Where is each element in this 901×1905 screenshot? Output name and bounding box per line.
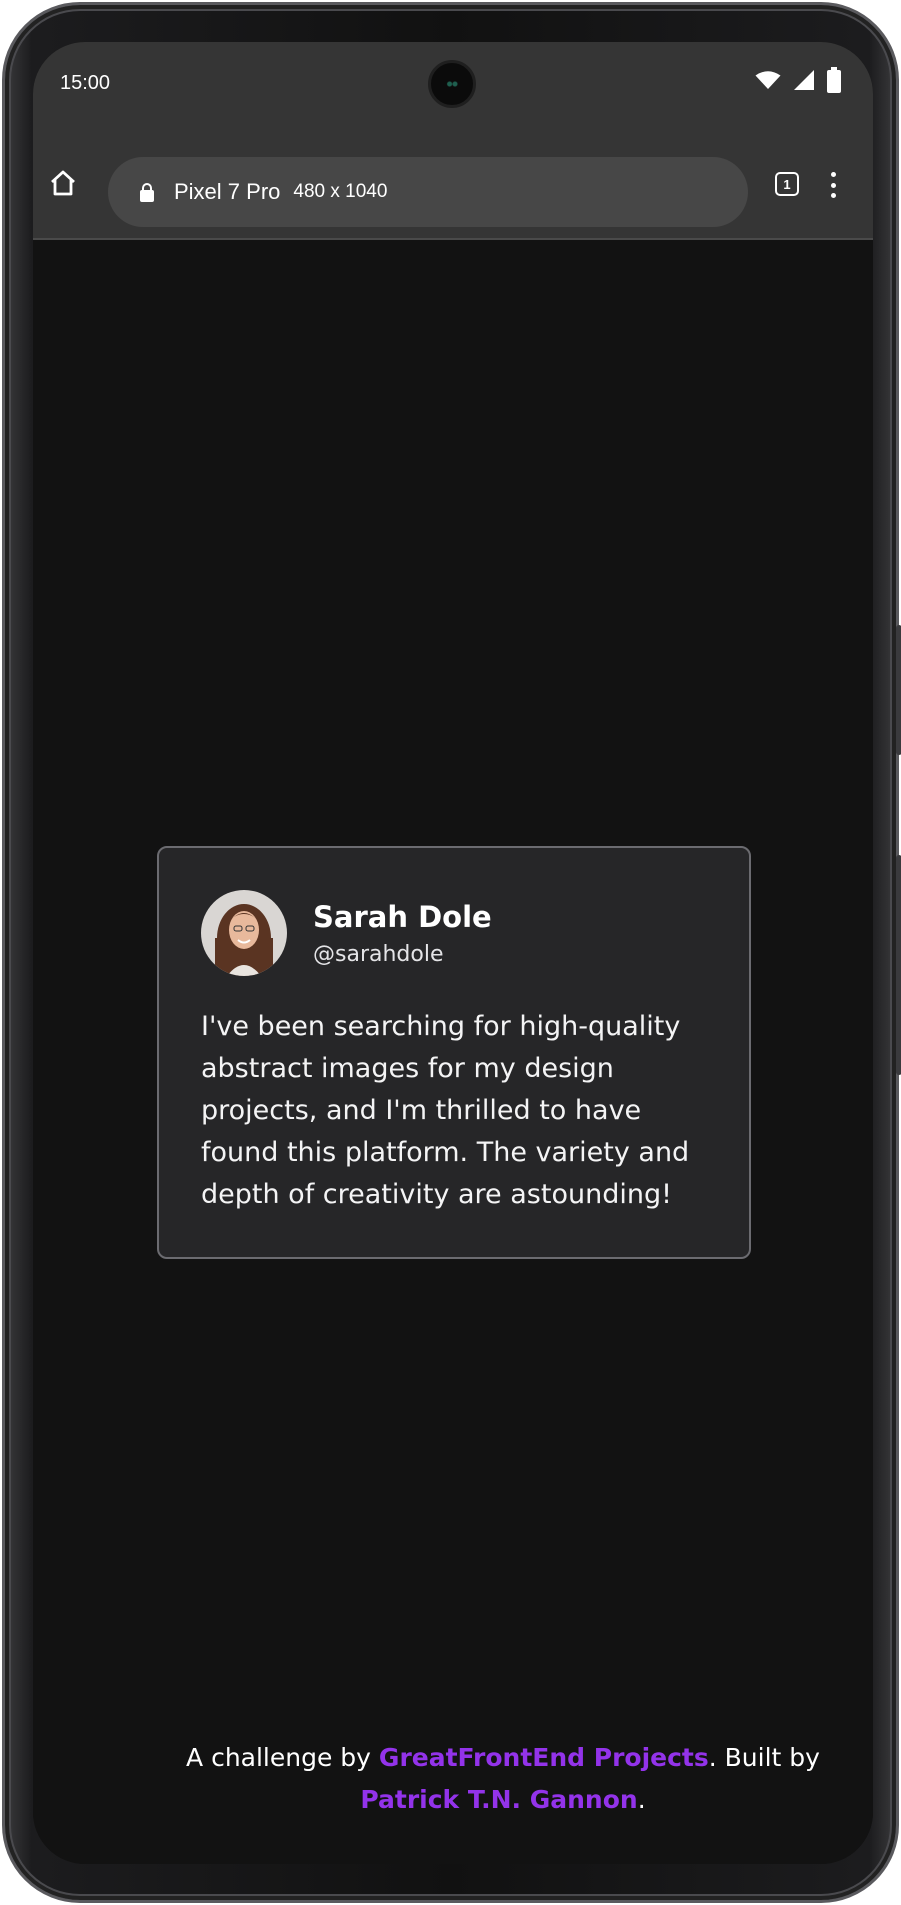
signal-icon <box>793 69 815 95</box>
status-bar: 15:00 <box>33 42 873 132</box>
status-time: 15:00 <box>60 72 111 94</box>
page-content: Sarah Dole @sarahdole I've been searchin… <box>33 242 873 1864</box>
power-button <box>896 625 901 755</box>
front-camera <box>428 60 476 108</box>
user-handle: @sarahdole <box>313 942 444 967</box>
tab-count: 1 <box>783 176 791 192</box>
testimonial-text: I've been searching for high-quality abs… <box>201 1011 690 1210</box>
more-vert-icon <box>830 172 836 177</box>
more-menu-button[interactable] <box>826 170 840 200</box>
footer-suffix: . <box>637 1785 646 1814</box>
browser-toolbar: Pixel 7 Pro 480 x 1040 1 <box>33 132 873 240</box>
greatfrontend-link[interactable]: GreatFrontEnd Projects <box>379 1743 709 1772</box>
author-link[interactable]: Patrick T.N. Gannon <box>360 1785 637 1814</box>
testimonial-header: Sarah Dole @sarahdole <box>201 890 707 976</box>
device-size: 480 x 1040 <box>293 181 388 202</box>
avatar <box>201 890 287 976</box>
attribution-footer: A challenge by GreatFrontEnd Projects. B… <box>93 1737 853 1821</box>
footer-prefix: A challenge by <box>186 1743 379 1772</box>
tabs-button[interactable]: 1 <box>775 172 799 196</box>
status-icons <box>755 67 841 97</box>
address-bar[interactable]: Pixel 7 Pro 480 x 1040 <box>108 157 748 227</box>
more-vert-icon-dot <box>830 193 836 198</box>
home-button[interactable] <box>45 167 81 203</box>
footer-middle: . Built by <box>708 1743 820 1772</box>
lock-icon <box>140 182 154 202</box>
volume-button <box>896 855 901 1075</box>
device-name: Pixel 7 Pro <box>174 179 281 204</box>
testimonial-card: Sarah Dole @sarahdole I've been searchin… <box>157 846 751 1259</box>
user-name: Sarah Dole <box>313 900 492 934</box>
home-icon <box>49 169 77 201</box>
user-info: Sarah Dole @sarahdole <box>313 899 492 967</box>
battery-icon <box>827 67 841 97</box>
phone-frame: 15:00 Pixel 7 Pro 480 x 1040 1 Sarah Dol… <box>2 2 901 1903</box>
phone-screen: 15:00 Pixel 7 Pro 480 x 1040 1 Sarah Dol… <box>33 42 873 1864</box>
more-vert-icon-dot <box>830 182 836 188</box>
wifi-icon <box>755 70 781 94</box>
